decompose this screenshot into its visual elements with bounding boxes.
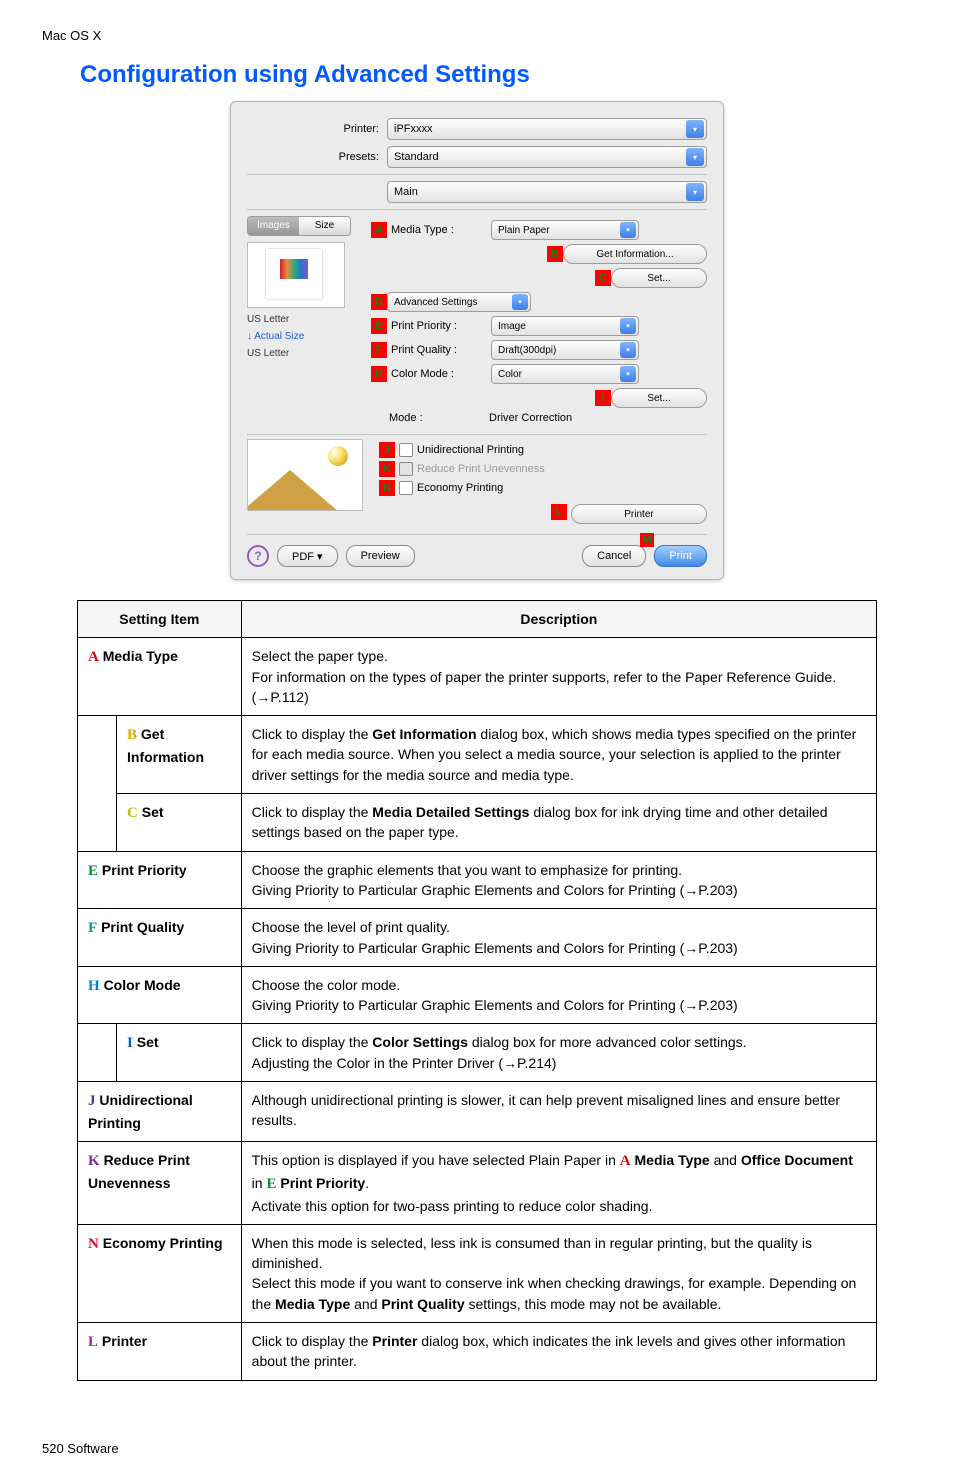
unidirectional-checkbox[interactable] [399,443,413,457]
panel-value: Main [394,186,418,198]
marker-k: K [379,461,395,477]
media-type-select[interactable]: Plain Paper▾ [491,220,639,240]
marker-n: N [379,480,395,496]
media-type-label: Media Type : [387,224,491,236]
dropdown-icon: ▾ [686,183,704,201]
unidirectional-label: Unidirectional Printing [417,444,524,456]
marker-a: A [371,222,387,238]
print-priority-select[interactable]: Image▾ [491,316,639,336]
printer-value: iPFxxxx [394,123,433,135]
actual-size: ↓ Actual Size [247,331,365,342]
marker-d: D [371,294,387,310]
presets-select[interactable]: Standard ▾ [387,146,707,168]
panel-select[interactable]: Main ▾ [387,181,707,203]
col-description: Description [241,601,876,638]
settings-mode-select[interactable]: Advanced Settings▾ [387,292,531,312]
marker-j: J [379,442,395,458]
settings-table: Setting Item Description A Media Type Se… [77,600,877,1381]
help-icon-button[interactable]: ? [247,545,269,567]
presets-label: Presets: [247,151,387,163]
desc-set-media: Click to display the Media Detailed Sett… [241,794,876,852]
tab-size[interactable]: Size [299,217,350,235]
desc-color-set: Click to display the Color Settings dial… [241,1024,876,1082]
color-mode-label: Color Mode : [387,368,491,380]
tab-images[interactable]: Images [248,217,299,235]
pdf-button[interactable]: PDF ▾ [277,545,338,567]
desc-printer: Click to display the Printer dialog box,… [241,1323,876,1381]
page-path: Mac OS X [0,0,954,43]
page-footer: 520 Software [0,1411,954,1476]
dropdown-icon: ▾ [686,148,704,166]
print-quality-label: Print Quality : [387,344,491,356]
marker-m: M [640,533,654,547]
page-title: Configuration using Advanced Settings [80,61,954,89]
cancel-button[interactable]: Cancel [582,545,646,567]
marker-e: E [371,318,387,334]
marker-b: B [547,246,563,262]
desc-unevenness: This option is displayed if you have sel… [241,1142,876,1225]
marker-c: C [595,270,611,286]
get-information-button[interactable]: Get Information... [563,244,707,264]
print-priority-label: Print Priority : [387,320,491,332]
desc-unidirectional: Although unidirectional printing is slow… [241,1082,876,1142]
economy-checkbox[interactable] [399,481,413,495]
output-preview [247,439,363,511]
desc-get-info: Click to display the Get Information dia… [241,716,876,794]
marker-f: F [371,342,387,358]
col-setting-item: Setting Item [78,601,242,638]
marker-i: I [595,390,611,406]
color-set-button[interactable]: Set... [611,388,707,408]
presets-value: Standard [394,151,439,163]
desc-color-mode: Choose the color mode. Giving Priority t… [241,966,876,1024]
economy-label: Economy Printing [417,482,503,494]
preview-tabs: Images Size [247,216,351,236]
unevenness-label: Reduce Print Unevenness [417,463,545,475]
desc-economy: When this mode is selected, less ink is … [241,1224,876,1322]
mode-value: Driver Correction [489,412,572,424]
page-thumbnail [247,242,345,308]
paper-size-2: US Letter [247,348,365,359]
media-set-button[interactable]: Set... [611,268,707,288]
print-dialog: Printer: iPFxxxx ▾ Presets: Standard ▾ M… [230,101,724,580]
marker-h: H [371,366,387,382]
printer-label: Printer: [247,123,387,135]
marker-l: L [551,504,567,520]
desc-print-quality: Choose the level of print quality. Givin… [241,909,876,967]
paper-size-1: US Letter [247,314,365,325]
unevenness-checkbox [399,462,413,476]
printer-button[interactable]: Printer [571,504,707,524]
desc-print-priority: Choose the graphic elements that you wan… [241,851,876,909]
dropdown-icon: ▾ [686,120,704,138]
color-mode-select[interactable]: Color▾ [491,364,639,384]
print-quality-select[interactable]: Draft(300dpi)▾ [491,340,639,360]
preview-button[interactable]: Preview [346,545,415,567]
print-button[interactable]: Print [654,545,707,567]
mode-label: Mode : [371,412,489,424]
printer-select[interactable]: iPFxxxx ▾ [387,118,707,140]
desc-media-type: Select the paper type. For information o… [241,638,876,716]
